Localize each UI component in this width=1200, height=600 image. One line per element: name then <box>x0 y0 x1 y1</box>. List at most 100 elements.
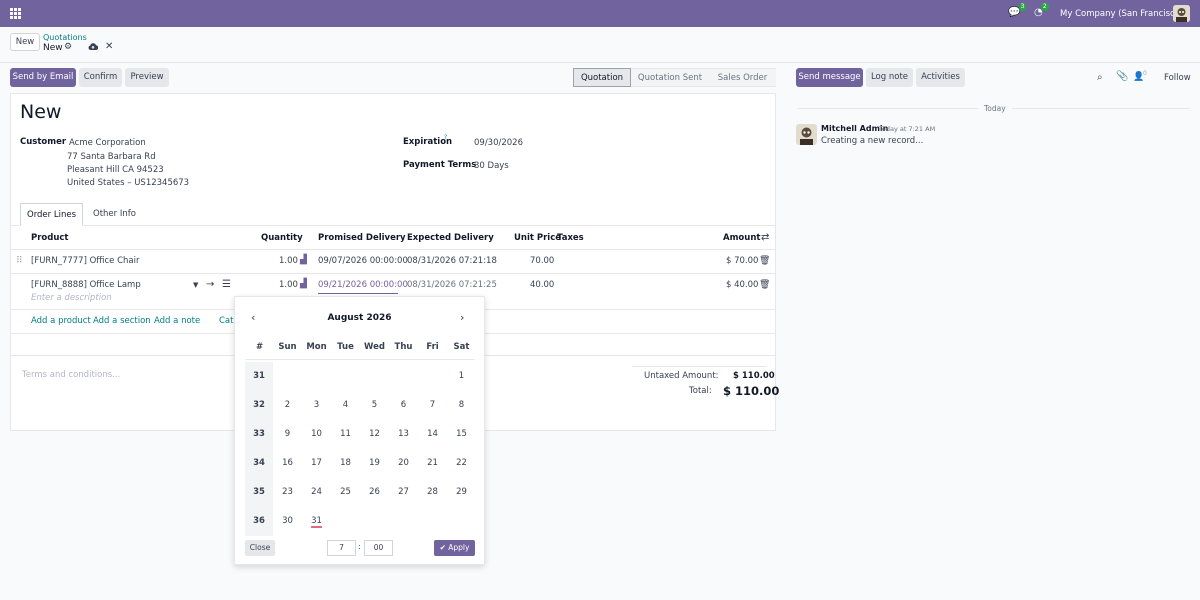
terms-conditions-input[interactable]: Terms and conditions... <box>22 370 120 380</box>
breadcrumb-quotations[interactable]: Quotations <box>43 33 87 42</box>
forecast-chart-icon[interactable]: ▟ <box>300 279 307 289</box>
new-record-button[interactable]: New <box>10 33 40 51</box>
line-promised-delivery-input[interactable]: 09/21/2026 00:00:00 <box>318 280 408 290</box>
add-product-link[interactable]: Add a product <box>31 316 91 326</box>
calendar-day[interactable]: 8 <box>447 391 476 420</box>
paperclip-icon[interactable]: 📎 <box>1116 71 1128 82</box>
calendar-day[interactable]: 24 <box>302 478 331 507</box>
datepicker-apply-button[interactable]: ✔ Apply <box>434 540 475 556</box>
calendar-day[interactable]: 19 <box>360 449 389 478</box>
add-note-link[interactable]: Add a note <box>154 316 200 326</box>
calendar-day[interactable]: 9 <box>273 420 302 449</box>
col-promised-delivery[interactable]: Promised Delivery <box>318 233 406 243</box>
calendar-day[interactable]: 1 <box>447 362 476 391</box>
calendar-day[interactable]: 5 <box>360 391 389 420</box>
status-sales-order[interactable]: Sales Order <box>709 68 776 87</box>
week-number: 35 <box>245 478 273 507</box>
datepicker-close-button[interactable]: Close <box>245 540 275 556</box>
calendar-day[interactable]: 29 <box>447 478 476 507</box>
log-note-button[interactable]: Log note <box>866 68 913 87</box>
activities-button[interactable]: Activities <box>916 68 965 87</box>
status-quotation[interactable]: Quotation <box>573 68 631 87</box>
cloud-save-icon[interactable] <box>88 42 99 54</box>
calendar-day[interactable]: 2 <box>273 391 302 420</box>
tab-other-info[interactable]: Other Info <box>93 203 136 226</box>
table-header-divider <box>10 249 776 250</box>
add-section-link[interactable]: Add a section <box>93 316 151 326</box>
gear-icon[interactable]: ⚙ <box>64 42 72 52</box>
hour-input[interactable]: 7 <box>327 540 356 556</box>
optional-columns-toggle-icon[interactable]: ⇄ <box>761 232 769 243</box>
calendar-day[interactable]: 30 <box>273 507 302 536</box>
calendar-day[interactable]: 4 <box>331 391 360 420</box>
col-unit-price[interactable]: Unit Price <box>514 233 561 243</box>
calendar-day[interactable]: 20 <box>389 449 418 478</box>
line-description-input[interactable]: Enter a description <box>31 293 112 303</box>
line-product[interactable]: [FURN_7777] Office Chair <box>31 256 140 266</box>
calendar-day[interactable]: 6 <box>389 391 418 420</box>
drag-handle-icon[interactable]: ⠿ <box>16 256 23 266</box>
line-quantity[interactable]: 1.00 <box>279 256 298 266</box>
col-expected-delivery[interactable]: Expected Delivery <box>407 233 494 243</box>
company-switcher[interactable]: My Company (San Francisco) <box>1060 9 1183 19</box>
dropdown-caret-icon[interactable]: ▼ <box>193 281 198 289</box>
calendar-day[interactable]: 26 <box>360 478 389 507</box>
calendar-day[interactable]: 18 <box>331 449 360 478</box>
line-quantity[interactable]: 1.00 <box>279 280 298 290</box>
calendar-day[interactable]: 31 <box>302 507 331 536</box>
customer-field[interactable]: Acme Corporation <box>69 138 146 148</box>
forecast-chart-icon[interactable]: ▟ <box>300 255 307 265</box>
confirm-button[interactable]: Confirm <box>79 68 122 87</box>
expiration-help-icon[interactable]: ? <box>444 134 447 141</box>
calendar-day[interactable]: 17 <box>302 449 331 478</box>
next-month-icon[interactable]: › <box>460 311 464 324</box>
line-unit-price[interactable]: 40.00 <box>530 280 554 290</box>
apps-menu-icon[interactable] <box>10 8 21 19</box>
message-author-avatar[interactable] <box>796 124 817 145</box>
trash-icon[interactable]: 🗑 <box>759 280 770 290</box>
calendar-day[interactable]: 22 <box>447 449 476 478</box>
calendar-day[interactable]: 28 <box>418 478 447 507</box>
discard-close-icon[interactable]: ✕ <box>105 41 113 52</box>
col-product[interactable]: Product <box>31 233 69 243</box>
calendar-day[interactable]: 16 <box>273 449 302 478</box>
col-quantity[interactable]: Quantity <box>261 233 303 243</box>
tab-order-lines[interactable]: Order Lines <box>20 203 83 226</box>
promised-input-underline <box>318 293 398 294</box>
col-taxes[interactable]: Taxes <box>557 233 584 243</box>
expiration-field[interactable]: 09/30/2026 <box>474 138 523 148</box>
calendar-day[interactable]: 11 <box>331 420 360 449</box>
line-promised-delivery[interactable]: 09/07/2026 00:00:00 <box>318 256 408 266</box>
calendar-day[interactable]: 27 <box>389 478 418 507</box>
catalog-link[interactable]: Catalog <box>219 316 234 326</box>
calendar-day[interactable]: 10 <box>302 420 331 449</box>
calendar-day[interactable]: 14 <box>418 420 447 449</box>
chat-icon[interactable]: 💬 3 <box>1008 3 1027 18</box>
calendar-day[interactable]: 23 <box>273 478 302 507</box>
line-unit-price[interactable]: 70.00 <box>530 256 554 266</box>
line-expected-delivery: 08/31/2026 07:21:18 <box>407 256 497 266</box>
minute-input[interactable]: 00 <box>364 540 393 556</box>
trash-icon[interactable]: 🗑 <box>759 256 770 266</box>
send-message-button[interactable]: Send message <box>796 68 863 87</box>
preview-button[interactable]: Preview <box>125 68 169 87</box>
user-avatar[interactable] <box>1173 5 1190 22</box>
datepicker-month-title[interactable]: August 2026 <box>235 313 484 323</box>
col-amount[interactable]: Amount <box>723 233 760 243</box>
internal-link-arrow-icon[interactable]: → <box>206 279 214 290</box>
line-product[interactable]: [FURN_8888] Office Lamp <box>31 280 141 290</box>
calendar-day[interactable]: 25 <box>331 478 360 507</box>
search-icon[interactable]: ⌕ <box>1097 72 1103 83</box>
calendar-day[interactable]: 21 <box>418 449 447 478</box>
calendar-day[interactable]: 7 <box>418 391 447 420</box>
follow-button[interactable]: Follow <box>1164 73 1191 83</box>
payment-terms-field[interactable]: 30 Days <box>474 161 509 171</box>
calendar-day[interactable]: 13 <box>389 420 418 449</box>
status-quotation-sent[interactable]: Quotation Sent <box>631 68 709 87</box>
configure-menu-icon[interactable]: ☰ <box>222 279 231 290</box>
calendar-day[interactable]: 3 <box>302 391 331 420</box>
calendar-day[interactable]: 15 <box>447 420 476 449</box>
calendar-day[interactable]: 12 <box>360 420 389 449</box>
send-by-email-button[interactable]: Send by Email <box>10 68 76 87</box>
activity-clock-icon[interactable]: ◔ 2 <box>1034 3 1049 18</box>
